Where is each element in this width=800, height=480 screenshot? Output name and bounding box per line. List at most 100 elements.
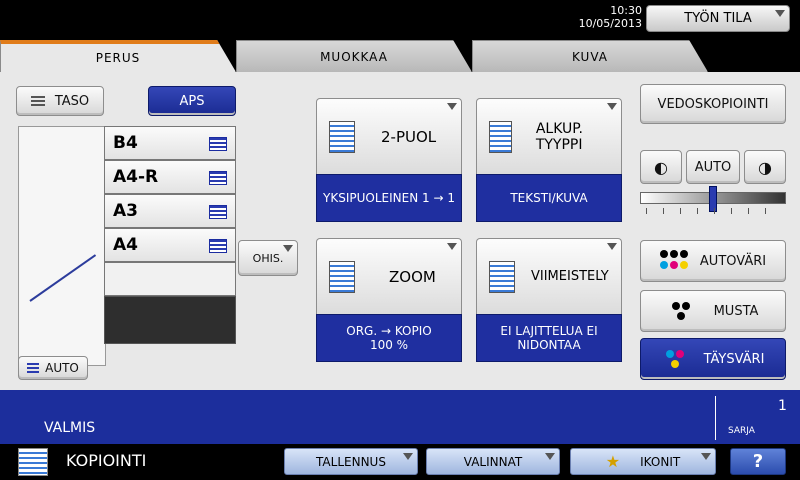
auto-color-label: AUTOVÄRI: [699, 253, 767, 269]
full-color-label: TÄYSVÄRI: [703, 351, 765, 367]
copy-mode-icon: [18, 448, 48, 476]
zoom-label: ZOOM: [389, 267, 436, 286]
tab-muokkaa[interactable]: MUOKKAA: [236, 40, 472, 72]
divider: [715, 396, 716, 440]
zoom-value-line1: ORG. → KOPIO: [346, 324, 432, 338]
original-type-value: TEKSTI/KUVA: [476, 174, 622, 222]
black-label: MUSTA: [713, 303, 759, 319]
tray-4[interactable]: A4: [104, 228, 236, 262]
help-icon: ?: [752, 451, 764, 472]
finishing-label: VIIMEISTELY: [531, 269, 609, 284]
finishing-icon: [489, 260, 515, 293]
taso-button[interactable]: TASO: [16, 86, 104, 116]
tab-label: MUOKKAA: [320, 49, 388, 64]
original-type-button[interactable]: ALKUP. TYYPPI TEKSTI/KUVA: [476, 98, 622, 222]
chevron-icon: [403, 453, 413, 460]
zoom-value: ORG. → KOPIO 100 %: [316, 314, 462, 362]
black-button[interactable]: MUSTA: [640, 290, 786, 332]
density-lighter-button[interactable]: ◐: [640, 150, 682, 184]
zoom-button[interactable]: ZOOM ORG. → KOPIO 100 %: [316, 238, 462, 362]
duplex-button-top: 2-PUOL: [316, 98, 462, 174]
bypass-tray-illustration: [104, 296, 236, 344]
cmy-dots-icon: [659, 250, 688, 272]
half-circle-dark-icon: ◑: [758, 157, 772, 177]
sarja-value: 1: [778, 398, 787, 414]
finishing-value: EI LAJITTELUA EI NIDONTAA: [476, 314, 622, 362]
paper-icon: [209, 137, 227, 151]
full-color-button[interactable]: TÄYSVÄRI: [640, 338, 786, 380]
status-bar: [0, 390, 800, 444]
tray-5[interactable]: [104, 262, 236, 296]
half-circle-light-icon: ◐: [654, 157, 668, 177]
tab-label: PERUS: [95, 51, 141, 65]
mode-label: KOPIOINTI: [66, 451, 147, 470]
tray-2[interactable]: A4-R: [104, 160, 236, 194]
original-type-top: ALKUP. TYYPPI: [476, 98, 622, 174]
proof-copy-button[interactable]: VEDOSKOPIOINTI: [640, 84, 786, 124]
save-button[interactable]: TALLENNUS: [284, 448, 418, 475]
star-icon: ★: [605, 452, 621, 471]
auto-label: AUTO: [45, 361, 79, 375]
black-dots-icon: [668, 300, 696, 322]
duplex-value: YKSIPUOLEINEN 1 → 1: [316, 174, 462, 222]
density-darker-button[interactable]: ◑: [744, 150, 786, 184]
save-label: TALLENNUS: [316, 454, 386, 469]
chevron-icon: [283, 245, 293, 252]
status-message: VALMIS: [44, 420, 96, 436]
chevron-icon: [775, 10, 785, 17]
finishing-button[interactable]: VIIMEISTELY EI LAJITTELUA EI NIDONTAA: [476, 238, 622, 362]
zoom-value-line2: 100 %: [369, 338, 409, 352]
printer-illustration: [18, 126, 106, 366]
job-status-button[interactable]: TYÖN TILA: [646, 5, 790, 32]
options-button[interactable]: VALINNAT: [426, 448, 560, 475]
original-type-icon: [489, 120, 512, 153]
chevron-icon: [607, 103, 617, 110]
density-auto-label: AUTO: [694, 159, 732, 175]
taso-label: TASO: [54, 93, 90, 109]
chevron-icon: [607, 243, 617, 250]
tray-label: A3: [113, 201, 138, 221]
ohis-label: OHIS.: [252, 251, 284, 265]
options-label: VALINNAT: [463, 454, 523, 469]
density-auto-button[interactable]: AUTO: [686, 150, 740, 184]
density-ticks: [646, 208, 780, 214]
aps-button[interactable]: APS: [148, 86, 236, 116]
auto-output-button[interactable]: AUTO: [18, 356, 88, 380]
tab-kuva[interactable]: KUVA: [472, 40, 708, 72]
color-dots-icon: [662, 348, 690, 370]
duplex-value-text: YKSIPUOLEINEN 1 → 1: [323, 191, 455, 205]
icons-button[interactable]: ★ IKONIT: [570, 448, 716, 475]
duplex-label: 2-PUOL: [381, 127, 437, 146]
help-button[interactable]: ?: [730, 448, 786, 475]
zoom-icon: [329, 260, 355, 293]
paper-icon: [209, 205, 227, 219]
time-text: 10:30: [610, 4, 642, 17]
date-text: 10/05/2013: [578, 17, 642, 30]
chevron-icon: [447, 103, 457, 110]
tray-1[interactable]: B4: [104, 126, 236, 160]
tray-label: B4: [113, 133, 138, 153]
icons-label: IKONIT: [640, 454, 681, 469]
sarja-label: SARJA: [728, 426, 755, 436]
ohis-button[interactable]: OHIS.: [238, 240, 298, 276]
tray-label: A4: [113, 235, 138, 255]
aps-label: APS: [179, 93, 205, 109]
finishing-value-line1: EI LAJITTELUA EI: [500, 324, 598, 338]
duplex-button[interactable]: 2-PUOL YKSIPUOLEINEN 1 → 1: [316, 98, 462, 222]
chevron-icon: [545, 453, 555, 460]
finishing-button-top: VIIMEISTELY: [476, 238, 622, 314]
paper-icon: [209, 171, 227, 185]
finishing-value-line2: NIDONTAA: [517, 338, 581, 352]
auto-color-button[interactable]: AUTOVÄRI: [640, 240, 786, 282]
tray-3[interactable]: A3: [104, 194, 236, 228]
lines-icon: [27, 363, 40, 373]
proof-copy-label: VEDOSKOPIOINTI: [657, 96, 769, 112]
chevron-icon: [701, 453, 711, 460]
tab-perus[interactable]: PERUS: [0, 40, 236, 72]
paper-icon: [209, 239, 227, 253]
tab-label: KUVA: [572, 49, 608, 64]
tray-label: A4-R: [113, 167, 159, 187]
duplex-icon: [329, 120, 355, 153]
clock: 10:30 10/05/2013: [579, 4, 642, 30]
lines-icon: [30, 96, 45, 106]
